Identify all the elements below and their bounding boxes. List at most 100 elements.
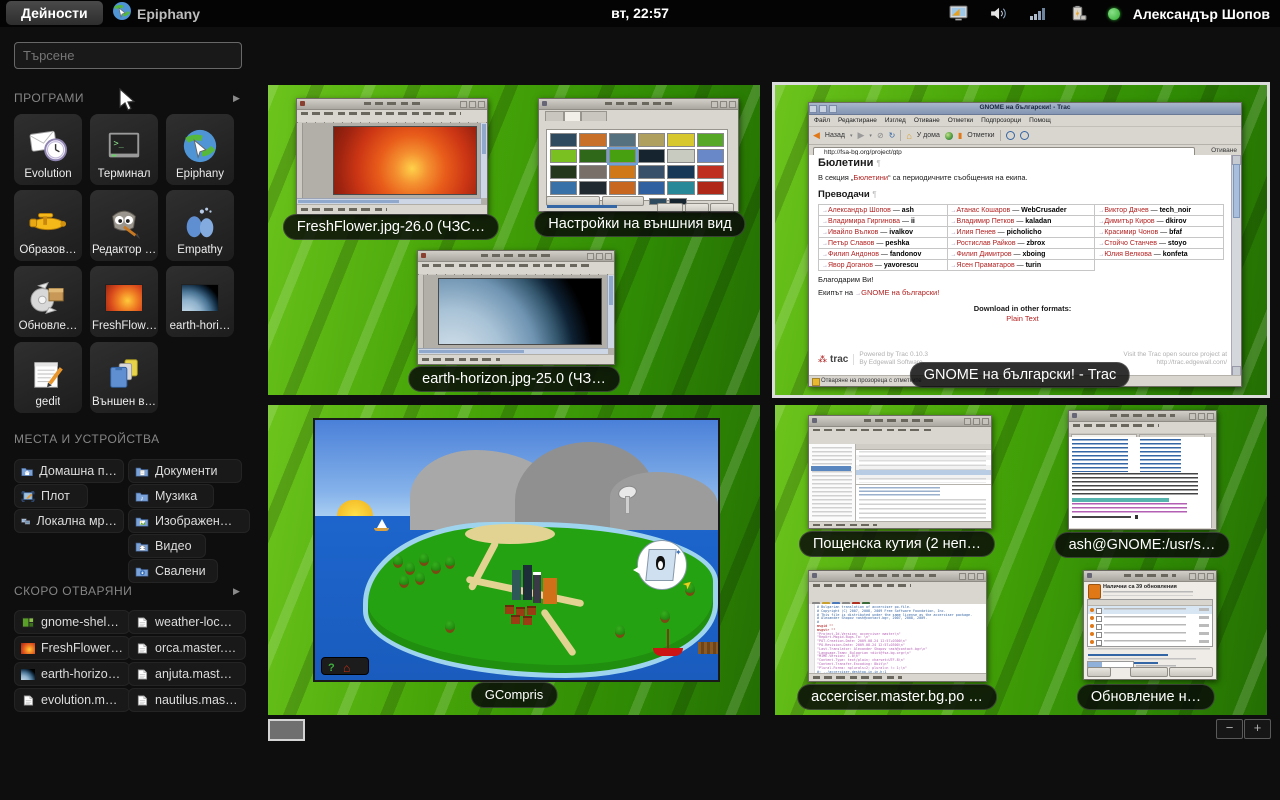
translator-cell: →Стойчо Станчев — stoyo (1095, 238, 1224, 249)
translator-cell: →Виктор Дачев — tech_noir (1095, 205, 1224, 216)
app-tile-earth-horizon[interactable]: earth-hori… (166, 266, 234, 337)
place-item-desktop[interactable]: Плот (14, 484, 88, 508)
recent-label: earth-horizo… (41, 667, 120, 681)
place-item-home[interactable]: Домашна п… (14, 459, 124, 483)
software-update-icon (27, 276, 69, 320)
translator-name: Ивайло Вълков (828, 229, 878, 236)
window-earth-horizon-gimp[interactable] (417, 250, 615, 365)
translator-cell: →Петър Славов — peshka (819, 238, 948, 249)
window-update-manager[interactable]: Налични са 39 обновления (1083, 570, 1217, 680)
app-tile-gcompris[interactable]: Образов… (14, 190, 82, 261)
battery-icon[interactable] (1068, 5, 1087, 22)
translator-name: Петър Славов (828, 240, 874, 247)
svg-text:♪: ♪ (140, 495, 143, 502)
workspace-3[interactable]: ✦ ➤ ? ⌂ GCompris (268, 405, 760, 715)
window-appearance-settings[interactable] (538, 98, 739, 212)
app-tile-updates[interactable]: Обновле… (14, 266, 82, 337)
programs-expander-icon[interactable]: ▶ (233, 93, 240, 104)
translator-name: Ясен Праматаров (957, 262, 1015, 269)
app-tile-themes[interactable]: Външен в… (90, 342, 158, 413)
workspace-1[interactable]: FreshFlower.jpg-26.0 (ЧЗС… Настройки на … (268, 85, 760, 395)
window-evolution-mail[interactable] (808, 415, 992, 529)
place-item-pictures[interactable]: Изображен… (128, 509, 250, 533)
translator-name: Юлия Велкова (1104, 251, 1151, 258)
volume-icon[interactable] (989, 5, 1008, 22)
network-signal-icon[interactable] (1029, 6, 1047, 22)
app-tile-evolution[interactable]: Evolution (14, 114, 82, 185)
back-label: Назад (825, 132, 845, 139)
browser-menubar: ФайлРедактиранеИзгледОтиванеОтметкиПодпр… (809, 115, 1241, 127)
recent-item-freshflower[interactable]: FreshFlower… (14, 636, 130, 660)
bookmarks-label: Отметки (967, 132, 994, 139)
workspace-2-active[interactable]: GNOME на български! - Trac ФайлРедактира… (775, 85, 1267, 395)
place-label: Видео (155, 539, 192, 553)
recent-item-orca[interactable]: orca.master.… (128, 636, 246, 660)
recent-expander-icon[interactable]: ▶ (233, 586, 240, 597)
recent-header: СКОРО ОТВАРЯНИ (14, 584, 132, 598)
place-label: Изображен… (155, 514, 232, 528)
window-freshflower-gimp[interactable] (296, 98, 488, 215)
wallpaper-thumbnail (579, 149, 606, 163)
app-label: Редактор … (92, 244, 156, 256)
window-gcompris[interactable]: ✦ ➤ ? ⌂ (313, 418, 720, 682)
app-tile-empathy[interactable]: Empathy (166, 190, 234, 261)
places-header: МЕСТА И УСТРОЙСТВА (14, 432, 160, 446)
wallpaper-grid (546, 129, 728, 201)
place-label: Локална мр… (36, 514, 117, 528)
search-input[interactable] (14, 42, 242, 69)
app-menu[interactable]: Epiphany (112, 0, 200, 27)
translator-nick: xboing (1022, 251, 1045, 258)
menu-item: Файл (814, 117, 830, 124)
add-workspace-button[interactable]: + (1244, 719, 1271, 739)
flower-image (333, 126, 477, 195)
wallpaper-thumbnail (550, 149, 577, 163)
place-label: Документи (155, 464, 217, 478)
wallpaper-thumbnail (638, 133, 665, 147)
recent-item-nautilus[interactable]: nautilus.mas… (128, 688, 246, 712)
place-item-downloads[interactable]: Свалени (128, 559, 218, 583)
download-label: Download in other formats: (818, 304, 1227, 313)
place-item-videos[interactable]: Видео (128, 534, 206, 558)
recent-label: FreshFlower… (41, 641, 123, 655)
activities-button[interactable]: Дейности (6, 1, 103, 25)
recent-label: evolution.m… (41, 693, 117, 707)
recent-item-gnome-shell[interactable]: gnome-shel… (14, 610, 130, 634)
user-menu[interactable]: Александър Шопов (1133, 6, 1270, 22)
menu-item: Изглед (885, 117, 906, 124)
flower-thumb-icon (21, 643, 35, 654)
recent-item-weather[interactable]: weather-loc… (128, 610, 246, 634)
menu-item: Отметки (948, 117, 973, 124)
back-icon: ◀ (813, 130, 820, 141)
place-item-documents[interactable]: Документи (128, 459, 242, 483)
display-icon[interactable] (949, 5, 968, 22)
translator-cell: →Филип Андонов — fandonov (819, 249, 948, 260)
window-terminal[interactable] (1068, 410, 1217, 530)
app-tile-gimp[interactable]: Редактор … (90, 190, 158, 261)
workspace-add-indicator[interactable] (268, 719, 305, 741)
recent-item-evolution-po[interactable]: evolution.m… (14, 688, 130, 712)
wallpaper-thumbnail (667, 181, 694, 195)
translator-nick: kaladan (1025, 218, 1051, 225)
epiphany-app-icon (180, 124, 220, 168)
clock[interactable]: вт, 22:57 (611, 0, 669, 27)
translator-name: Владимира Гиргинова (828, 218, 900, 225)
window-gedit-po[interactable]: # Bulgarian translation of accerciser po… (808, 570, 987, 682)
workspace-4[interactable]: Пощенска кутия (2 неп… ash@GNOME:/usr/s… (775, 405, 1267, 715)
recent-item-earth-horizon[interactable]: earth-horizo… (14, 662, 130, 686)
app-tile-gedit[interactable]: gedit (14, 342, 82, 413)
thanks-line: Благодарим Ви! (818, 275, 1227, 284)
place-item-network[interactable]: Локална мр… (14, 509, 124, 533)
window-caption: GNOME на български! - Trac (910, 362, 1130, 388)
recent-item-anjuta[interactable]: anjuta.mast… (128, 662, 246, 686)
trac-paw-icon: ⁂ (818, 354, 827, 365)
place-item-music[interactable]: ♪ Музика (128, 484, 214, 508)
app-tile-freshflower[interactable]: FreshFlow… (90, 266, 158, 337)
remove-workspace-button[interactable]: − (1216, 719, 1243, 739)
wallpaper-thumbnail (609, 133, 636, 147)
window-trac-browser[interactable]: GNOME на български! - Trac ФайлРедактира… (808, 102, 1242, 387)
translator-name: Александър Шопов (828, 207, 891, 214)
translator-nick: fandonov (890, 251, 922, 258)
app-tile-terminal[interactable]: >_ Терминал (90, 114, 158, 185)
app-tile-epiphany[interactable]: Epiphany (166, 114, 234, 185)
gnome-shell-overview: Дейности Epiphany вт, 22:57 Александър Ш… (0, 0, 1280, 800)
